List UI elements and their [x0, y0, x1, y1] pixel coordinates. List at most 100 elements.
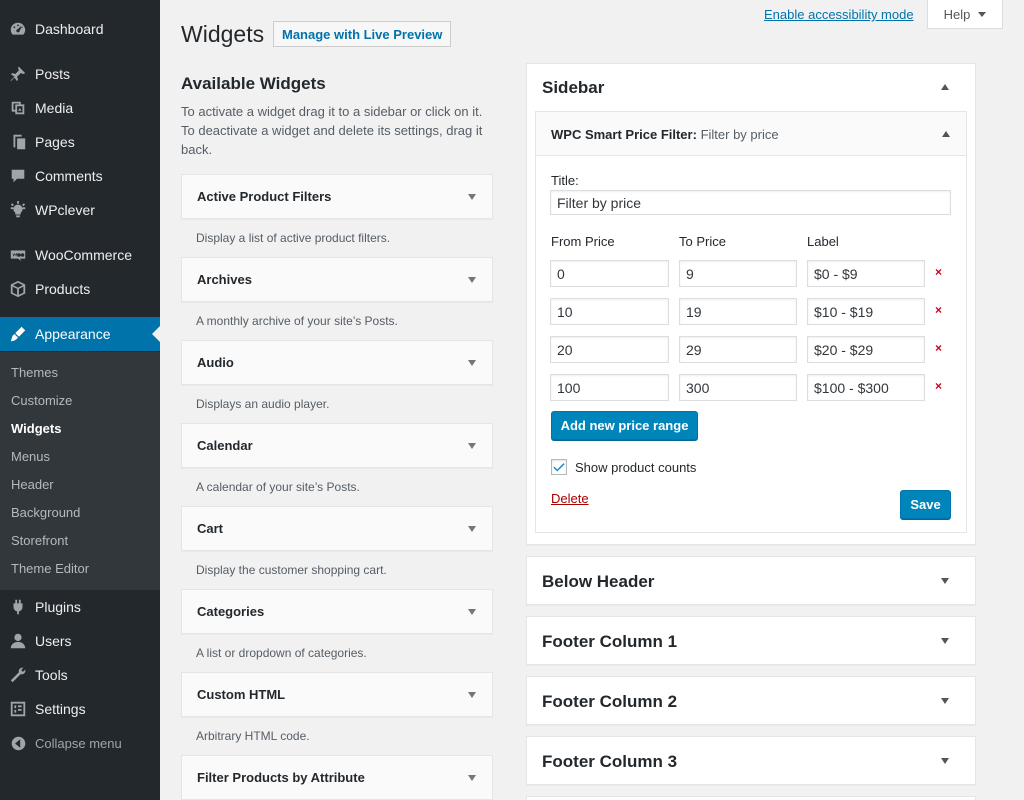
remove-range-icon[interactable]: × [935, 379, 942, 393]
remove-range-icon[interactable]: × [935, 265, 942, 279]
chevron-down-icon[interactable] [468, 443, 476, 449]
title-input[interactable] [550, 190, 951, 215]
widget-calendar[interactable]: Calendar [181, 423, 493, 468]
column-header-to: To Price [679, 234, 726, 249]
submenu-item-background[interactable]: Background [11, 505, 80, 520]
from-price-input[interactable] [550, 336, 669, 363]
sidebar-area-footer-column-3[interactable]: Footer Column 3 [526, 736, 976, 785]
save-button[interactable]: Save [900, 490, 951, 519]
remove-range-icon[interactable]: × [935, 303, 942, 317]
menu-item-media[interactable]: Media [0, 91, 160, 125]
menu-item-posts[interactable]: Posts [0, 57, 160, 91]
sidebar-title: Footer Column 3 [542, 752, 678, 771]
sidebar-area-next [526, 796, 976, 800]
menu-item-woocommerce[interactable]: WooCommerce [0, 238, 160, 272]
chevron-down-icon[interactable] [468, 360, 476, 366]
plug-icon [8, 597, 28, 617]
submenu-item-storefront[interactable]: Storefront [11, 533, 68, 548]
to-price-input[interactable] [679, 298, 797, 325]
chevron-down-icon[interactable] [468, 609, 476, 615]
remove-range-icon[interactable]: × [935, 341, 942, 355]
menu-item-appearance[interactable]: Appearance [0, 317, 160, 351]
range-label-input[interactable] [807, 374, 925, 401]
menu-label: Posts [35, 66, 71, 82]
show-product-counts-checkbox[interactable] [551, 459, 567, 475]
chevron-up-icon[interactable] [942, 131, 950, 137]
widget-filter-products-by-attribute[interactable]: Filter Products by Attribute [181, 755, 493, 800]
menu-label: Products [35, 281, 91, 297]
menu-label: Pages [35, 134, 75, 150]
chevron-down-icon[interactable] [941, 698, 949, 704]
menu-item-dashboard[interactable]: Dashboard [0, 12, 160, 46]
collapse-menu-button[interactable]: Collapse menu [0, 728, 160, 758]
show-product-counts-label: Show product counts [575, 460, 697, 475]
wrench-icon [8, 665, 28, 685]
woo-icon [8, 245, 28, 265]
menu-item-pages[interactable]: Pages [0, 125, 160, 159]
widget-active-product-filters[interactable]: Active Product Filters [181, 174, 493, 219]
chevron-down-icon[interactable] [941, 578, 949, 584]
help-tab[interactable]: Help [927, 0, 1003, 29]
menu-item-wpclever[interactable]: WPclever [0, 193, 160, 227]
range-label-input[interactable] [807, 260, 925, 287]
box-icon [8, 279, 28, 299]
submenu-item-menus[interactable]: Menus [11, 449, 50, 464]
sidebar-area-footer-column-1[interactable]: Footer Column 1 [526, 616, 976, 665]
widget-description: Arbitrary HTML code. [196, 729, 310, 743]
chevron-down-icon[interactable] [941, 638, 949, 644]
menu-item-plugins[interactable]: Plugins [0, 590, 160, 624]
widget-categories[interactable]: Categories [181, 589, 493, 634]
comment-icon [8, 166, 28, 186]
menu-item-users[interactable]: Users [0, 624, 160, 658]
add-price-range-button[interactable]: Add new price range [551, 411, 698, 440]
submenu-item-customize[interactable]: Customize [11, 393, 72, 408]
submenu-item-widgets[interactable]: Widgets [11, 421, 61, 436]
menu-item-products[interactable]: Products [0, 272, 160, 306]
from-price-input[interactable] [550, 260, 669, 287]
chevron-down-icon[interactable] [941, 758, 949, 764]
sidebar-area-below-header[interactable]: Below Header [526, 556, 976, 605]
widget-title: Archives [197, 272, 252, 287]
dashboard-icon [8, 19, 28, 39]
chevron-down-icon[interactable] [468, 194, 476, 200]
widget-description: A calendar of your site’s Posts. [196, 480, 360, 494]
widget-custom-html[interactable]: Custom HTML [181, 672, 493, 717]
menu-item-settings[interactable]: Settings [0, 692, 160, 726]
to-price-input[interactable] [679, 260, 797, 287]
column-header-label: Label [807, 234, 839, 249]
chevron-down-icon[interactable] [468, 775, 476, 781]
delete-widget-link[interactable]: Delete [551, 491, 589, 506]
menu-item-comments[interactable]: Comments [0, 159, 160, 193]
menu-item-tools[interactable]: Tools [0, 658, 160, 692]
chevron-down-icon[interactable] [468, 526, 476, 532]
chevron-up-icon[interactable] [941, 84, 949, 90]
accessibility-mode-link[interactable]: Enable accessibility mode [764, 7, 914, 22]
widget-archives[interactable]: Archives [181, 257, 493, 302]
sidebar-area-footer-column-2[interactable]: Footer Column 2 [526, 676, 976, 725]
submenu-item-themes[interactable]: Themes [11, 365, 58, 380]
widget-audio[interactable]: Audio [181, 340, 493, 385]
from-price-input[interactable] [550, 298, 669, 325]
widget-title: Filter Products by Attribute [197, 770, 365, 785]
live-preview-button[interactable]: Manage with Live Preview [273, 21, 452, 47]
available-widgets-title: Available Widgets [181, 74, 326, 93]
menu-label: Settings [35, 701, 86, 717]
range-label-input[interactable] [807, 298, 925, 325]
chevron-down-icon[interactable] [468, 692, 476, 698]
collapse-arrow-icon [8, 733, 28, 753]
menu-label: Tools [35, 667, 68, 683]
to-price-input[interactable] [679, 336, 797, 363]
chevron-down-icon[interactable] [468, 277, 476, 283]
submenu-item-theme-editor[interactable]: Theme Editor [11, 561, 89, 576]
to-price-input[interactable] [679, 374, 797, 401]
widget-header[interactable]: WPC Smart Price Filter: Filter by price [536, 112, 966, 156]
menu-label: Comments [35, 168, 103, 184]
available-widgets-description: To activate a widget drag it to a sideba… [181, 104, 483, 157]
submenu-item-header[interactable]: Header [11, 477, 54, 492]
menu-label: Dashboard [35, 21, 104, 37]
range-label-input[interactable] [807, 336, 925, 363]
widget-cart[interactable]: Cart [181, 506, 493, 551]
sidebar-title: Footer Column 1 [542, 632, 678, 651]
widget-description: A list or dropdown of categories. [196, 646, 367, 660]
from-price-input[interactable] [550, 374, 669, 401]
